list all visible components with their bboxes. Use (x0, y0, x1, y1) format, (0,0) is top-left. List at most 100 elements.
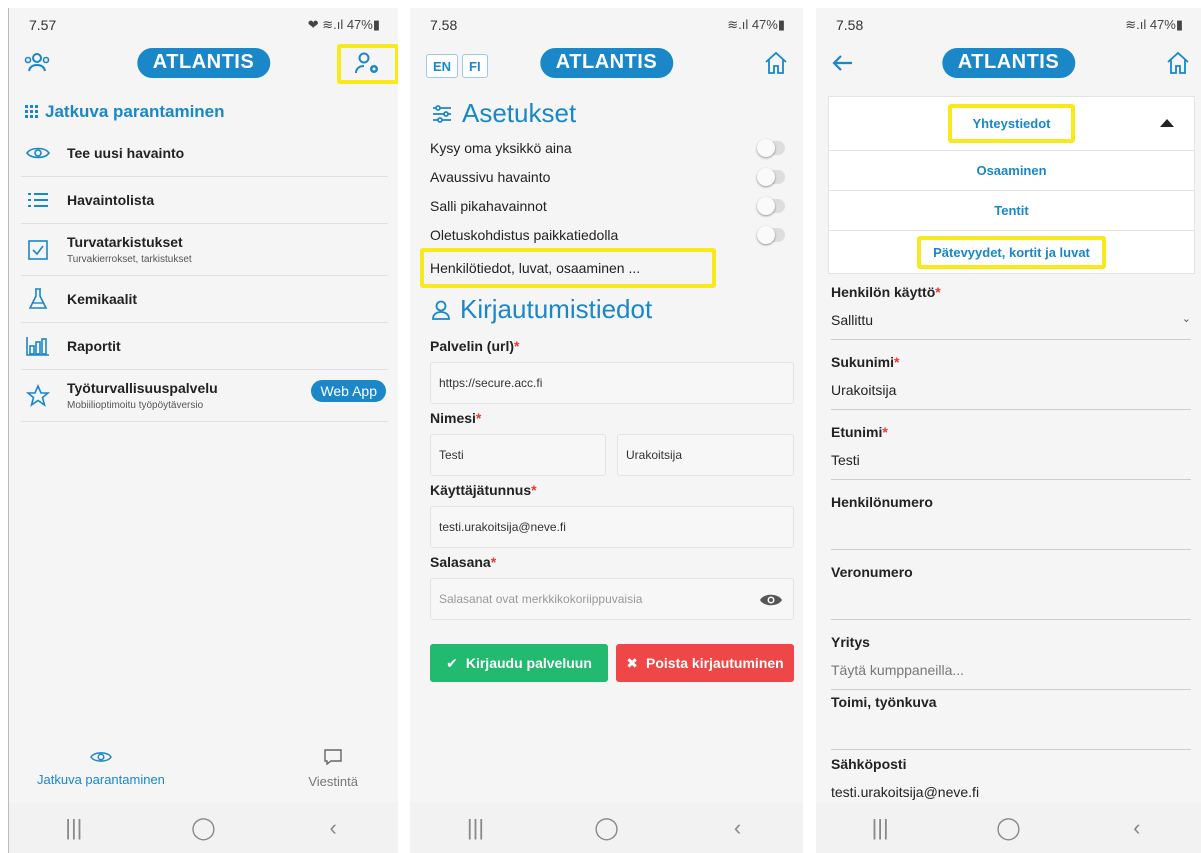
password-label: Salasana* (430, 554, 497, 570)
toggle-switch[interactable] (757, 139, 785, 157)
grid-icon (25, 105, 38, 118)
status-icons: ≋.ıl 47%▮ (727, 17, 785, 32)
home-icon[interactable] (1162, 48, 1194, 78)
first-name-field[interactable]: Etunimi* Testi (831, 424, 1191, 480)
remove-login-button[interactable]: ✖ Poista kirjautuminen (616, 644, 794, 682)
close-icon: ✖ (626, 654, 639, 671)
user-settings-button[interactable] (337, 44, 398, 84)
chevron-down-icon: ⌄ (1181, 313, 1191, 325)
dropdown-item-contact[interactable]: Yhteystiedot (829, 97, 1194, 151)
back-arrow-icon[interactable] (826, 48, 858, 78)
toggle-switch[interactable] (757, 168, 785, 186)
last-name-field[interactable]: Sukunimi* Urakoitsija (831, 354, 1191, 410)
section-dropdown: Yhteystiedot Osaaminen Tentit Pätevyydet… (828, 96, 1195, 274)
menu-item-observation-list[interactable]: Havaintolista (21, 177, 388, 224)
status-time: 7.58 (836, 17, 864, 33)
toggle-switch[interactable] (757, 197, 785, 215)
star-icon (25, 383, 51, 408)
password-input[interactable]: Salasanat ovat merkkikokoriippuvaisia (430, 578, 794, 620)
menu-item-chemicals[interactable]: Kemikaalit (21, 276, 388, 323)
personal-info-link[interactable]: Henkilötiedot, luvat, osaaminen ... (420, 248, 716, 288)
app-bar: ATLANTIS (816, 44, 1201, 82)
back-button[interactable]: ‹ (313, 815, 353, 841)
section-title: Jatkuva parantaminen (25, 102, 225, 122)
dropdown-item-exams[interactable]: Tentit (829, 191, 1194, 231)
status-bar: 7.58 ≋.ıl 47%▮ (816, 8, 1201, 42)
bar-chart-icon (25, 334, 51, 358)
menu-item-label: Kemikaalit (67, 291, 138, 307)
tax-number-field[interactable]: Veronumero (831, 564, 1191, 620)
dropdown-item-skills[interactable]: Osaaminen (829, 151, 1194, 191)
system-nav-bar: ||| ◯ ‹ (410, 803, 803, 853)
lang-en-button[interactable]: EN (426, 54, 459, 78)
name-label: Nimesi* (430, 410, 482, 426)
user-icon (432, 300, 450, 320)
status-time: 7.58 (430, 17, 458, 33)
first-name-input[interactable]: Testi (430, 434, 606, 476)
screen-settings: 7.58 ≋.ıl 47%▮ EN FI ATLANTIS Asetukset … (410, 8, 803, 853)
back-button[interactable]: ‹ (718, 815, 758, 841)
system-nav-bar: ||| ◯ ‹ (816, 803, 1201, 853)
toggle-switch[interactable] (757, 226, 785, 244)
server-label: Palvelin (url)* (430, 338, 520, 354)
menu-item-occupational-safety[interactable]: Työturvallisuuspalvelu Mobiilioptimoitu t… (21, 370, 388, 422)
lang-fi-button[interactable]: FI (462, 54, 488, 78)
bottom-tab-bar: Jatkuva parantaminen Viestintä (9, 733, 398, 803)
recents-button[interactable]: ||| (860, 815, 900, 841)
app-logo: ATLANTIS (941, 48, 1076, 78)
app-logo: ATLANTIS (136, 48, 271, 78)
setting-row: Salli pikahavainnot (430, 192, 785, 220)
menu-item-label: Turvatarkistukset (67, 234, 183, 250)
home-button[interactable]: ◯ (183, 815, 223, 841)
server-input[interactable]: https://secure.acc.fi (430, 362, 794, 404)
username-input[interactable]: testi.urakoitsija@neve.fi (430, 506, 794, 548)
status-icons: ≋.ıl 47%▮ (1125, 17, 1183, 32)
last-name-input[interactable]: Urakoitsija (617, 434, 794, 476)
dropdown-item-qualifications[interactable]: Pätevyydet, kortit ja luvat (829, 231, 1194, 273)
status-bar: 7.58 ≋.ıl 47%▮ (410, 8, 803, 42)
app-logo: ATLANTIS (539, 48, 674, 78)
job-title-field[interactable]: Toimi, työnkuva (831, 694, 1191, 750)
menu-list: Tee uusi havainto Havaintolista Turvatar… (9, 130, 398, 422)
setting-row: Avaussivu havainto (430, 163, 785, 191)
sliders-icon (433, 104, 451, 123)
menu-item-safety-checks[interactable]: Turvatarkistukset Turvakierrokset, tarkis… (21, 224, 388, 276)
menu-item-new-observation[interactable]: Tee uusi havainto (21, 130, 388, 177)
system-nav-bar: ||| ◯ ‹ (9, 803, 398, 853)
status-time: 7.57 (29, 17, 57, 33)
setting-row: Kysy oma yksikkö aina (430, 134, 785, 162)
recents-button[interactable]: ||| (456, 815, 496, 841)
home-button[interactable]: ◯ (587, 815, 627, 841)
users-icon[interactable] (21, 48, 53, 78)
chat-icon (324, 748, 342, 765)
person-number-field[interactable]: Henkilönumero (831, 494, 1191, 550)
tab-communication[interactable]: Viestintä (308, 733, 358, 803)
home-icon[interactable] (760, 48, 792, 78)
show-password-eye-icon (760, 594, 782, 606)
login-button[interactable]: ✔ Kirjaudu palveluun (430, 644, 608, 682)
back-button[interactable]: ‹ (1117, 815, 1157, 841)
login-title: Kirjautumistiedot (432, 294, 652, 325)
check-icon: ✔ (446, 654, 458, 671)
username-label: Käyttäjätunnus* (430, 482, 537, 498)
flask-icon (25, 287, 51, 311)
checkbox-icon (25, 238, 51, 262)
eye-icon (89, 751, 112, 762)
menu-item-sub: Turvakierrokset, tarkistukset (67, 254, 192, 265)
person-usage-field[interactable]: Henkilön käyttö* Sallittu ⌄ (831, 284, 1191, 340)
status-icons: ❤ ≋.ıl 47%▮ (307, 17, 380, 32)
menu-item-label: Havaintolista (67, 192, 155, 208)
company-field[interactable]: Yritys Täytä kumppaneilla... (831, 634, 1191, 690)
menu-item-reports[interactable]: Raportit (21, 323, 388, 370)
menu-item-label: Tee uusi havainto (67, 145, 185, 161)
screen-personal-info: 7.58 ≋.ıl 47%▮ ATLANTIS Yhteystiedot Osa… (816, 8, 1201, 853)
setting-row: Oletuskohdistus paikkatiedolla (430, 221, 785, 249)
app-bar: EN FI ATLANTIS (410, 44, 803, 82)
web-app-badge[interactable]: Web App (311, 380, 386, 402)
home-button[interactable]: ◯ (988, 815, 1028, 841)
caret-up-icon[interactable] (1160, 119, 1174, 127)
user-settings-icon (355, 52, 378, 74)
menu-item-sub: Mobiilioptimoitu työpöytäversio (67, 400, 204, 411)
tab-continuous-improvement[interactable]: Jatkuva parantaminen (37, 733, 165, 803)
recents-button[interactable]: ||| (54, 815, 94, 841)
